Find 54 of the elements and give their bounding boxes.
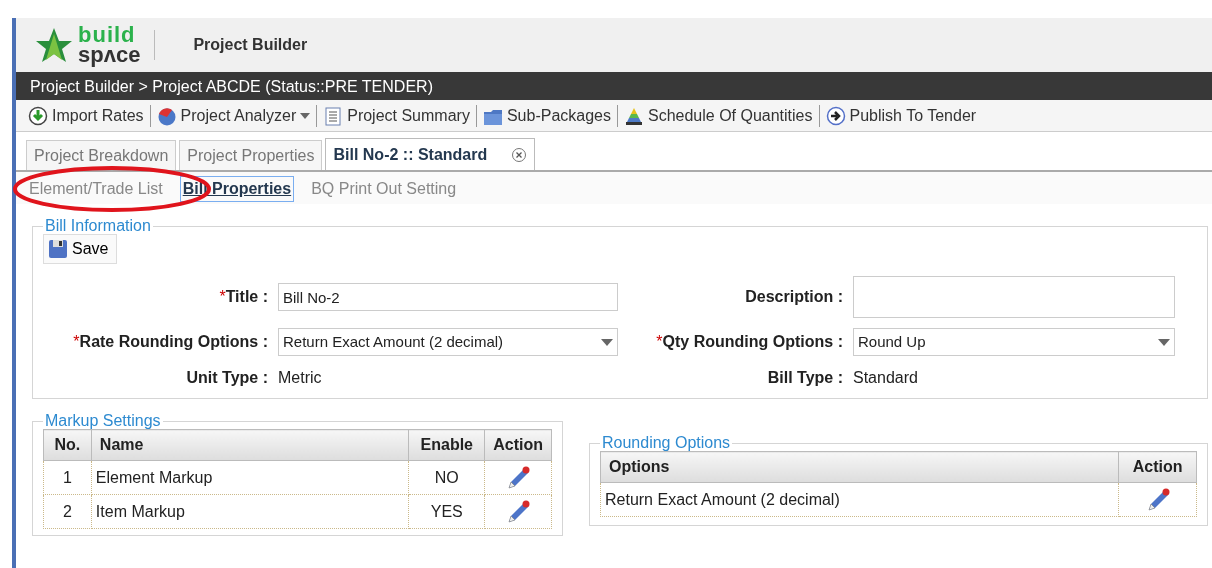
caret-icon <box>1158 338 1170 346</box>
pie-chart-icon <box>156 105 177 126</box>
table-cell: Item Markup <box>91 494 409 529</box>
column-header: No. <box>43 429 92 461</box>
tab[interactable]: Project Properties <box>179 140 323 170</box>
column-header: Enable <box>408 429 485 461</box>
section-title: Bill Information <box>44 218 152 234</box>
field-value: Standard <box>853 368 919 388</box>
field-label: *Title : <box>218 287 268 307</box>
select-field[interactable]: Return Exact Amount (2 decimal) <box>278 328 618 356</box>
column-header: Options <box>600 451 1119 483</box>
field-label: Description : <box>744 287 843 307</box>
close-icon[interactable] <box>511 146 528 163</box>
toolbar-button[interactable]: Schedule Of Quantities <box>617 101 819 130</box>
select-field[interactable]: Round Up <box>853 328 1175 356</box>
field-label: Unit Type : <box>185 368 268 388</box>
table-cell: NO <box>408 460 485 495</box>
download-icon <box>28 105 48 126</box>
logo-text: build <box>78 25 137 45</box>
table-cell: YES <box>408 494 485 529</box>
column-header: Action <box>484 429 552 461</box>
save-button[interactable]: Save <box>43 234 118 264</box>
edit-pencil-icon[interactable] <box>505 499 532 524</box>
document-icon <box>323 105 344 126</box>
toolbar-button[interactable]: Sub-Packages <box>476 101 617 130</box>
column-header: Name <box>91 429 409 461</box>
field-value: Metric <box>278 368 323 388</box>
caret-icon <box>300 112 311 119</box>
field-label: *Qty Rounding Options : <box>655 332 843 352</box>
toolbar-button[interactable]: Publish To Tender <box>819 101 983 130</box>
textarea-field[interactable] <box>853 276 1175 318</box>
section-title: Rounding Options <box>601 435 732 451</box>
caret-icon <box>601 338 613 346</box>
subtab-link[interactable]: Element/Trade List <box>26 176 166 202</box>
toolbar-button[interactable]: Project Summary <box>317 101 476 130</box>
section-title: Markup Settings <box>44 413 162 429</box>
toolbar-button[interactable]: Project Analyzer <box>150 101 317 130</box>
app-title: Project Builder <box>193 35 308 55</box>
text-field[interactable]: Bill No-2 <box>278 283 618 311</box>
tab[interactable]: Bill No-2 :: Standard <box>325 138 536 170</box>
arrow-circle-icon <box>825 105 846 126</box>
table-cell: Element Markup <box>91 460 409 495</box>
toolbar-button[interactable]: Import Rates <box>22 101 150 130</box>
logo-text: spʌce <box>78 45 141 65</box>
table-cell: 2 <box>43 494 92 529</box>
breadcrumb: Project Builder > Project ABCDE (Status::PRE TENDER) <box>16 72 1212 100</box>
column-header: Action <box>1118 451 1197 483</box>
field-label: Bill Type : <box>766 368 843 388</box>
tab[interactable]: Project Breakdown <box>26 140 177 170</box>
star-logo-icon <box>34 26 74 64</box>
table-cell: Return Exact Amount (2 decimal) <box>600 482 1119 517</box>
field-label: *Rate Rounding Options : <box>72 332 268 352</box>
table-cell: 1 <box>43 460 92 495</box>
edit-pencil-icon[interactable] <box>505 465 532 490</box>
